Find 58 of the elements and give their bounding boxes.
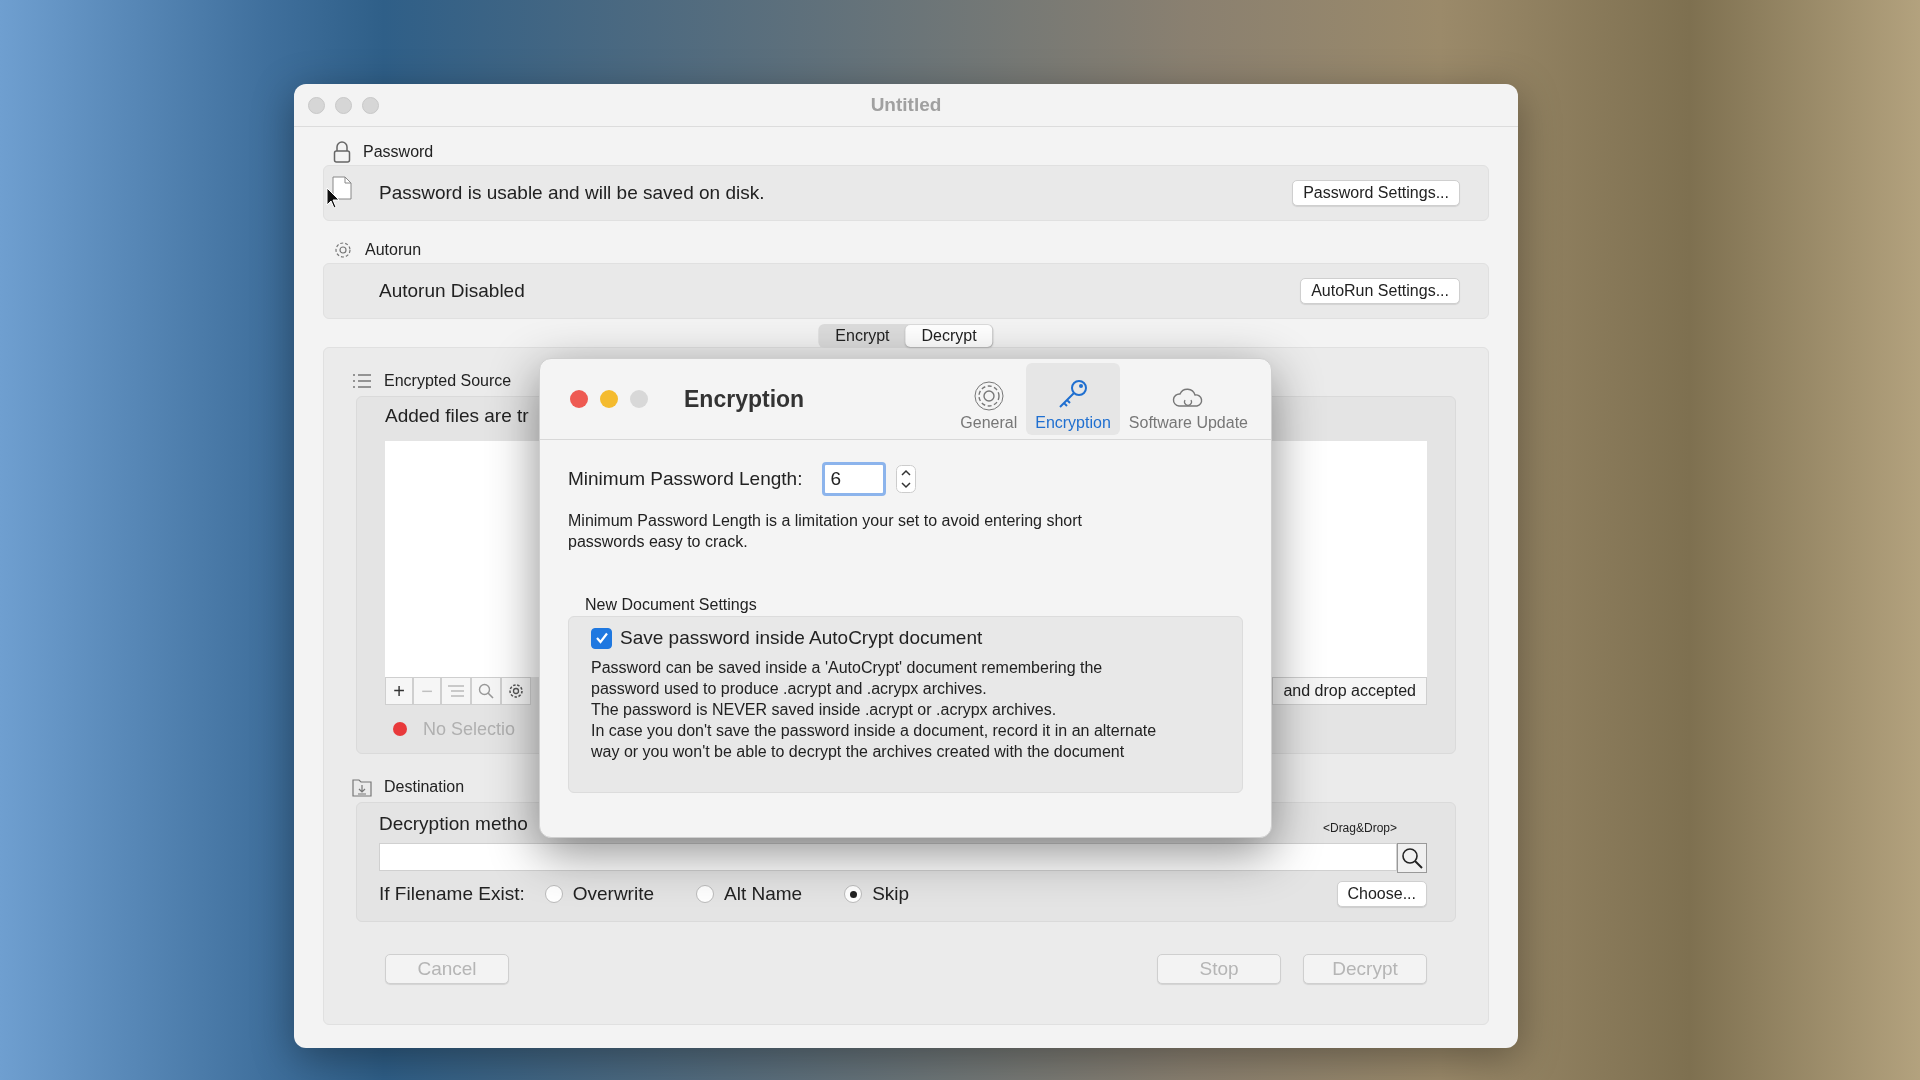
minimize-button[interactable] — [600, 390, 618, 408]
list-tool-button[interactable] — [441, 677, 471, 705]
list-tool-button[interactable]: + — [385, 677, 413, 705]
settings-button[interactable] — [501, 677, 531, 705]
settings-button[interactable]: Password Settings... — [1292, 180, 1460, 206]
radio-button[interactable] — [544, 885, 563, 903]
radio-button[interactable] — [844, 885, 863, 903]
list-icon — [352, 373, 372, 389]
radio-option[interactable]: Overwrite — [544, 883, 654, 905]
mode-tab[interactable]: Encrypt — [819, 325, 906, 347]
radio-option[interactable]: Alt Name — [696, 883, 803, 905]
cursor-icon — [326, 187, 340, 209]
search-icon — [478, 683, 494, 699]
help-text: Password can be saved inside a 'AutoCrypt' document remembering the password used to produce .acrypt and .acrypx archives. The password is NEVER saved inside .acrypt or .acrypx archives. In case you don't save the password inside a document, record it in an alternate way or you won't be able to decrypt the archives created with the document — [591, 658, 1158, 762]
preferences-tab[interactable]: Encryption — [1026, 363, 1120, 435]
status-text: Password is usable and will be saved on disk. — [379, 182, 766, 204]
window-title: Untitled — [870, 94, 942, 115]
group-title: New Document Settings — [585, 596, 758, 614]
search-button[interactable] — [1397, 843, 1427, 873]
lock-icon — [333, 140, 351, 164]
list-icon — [447, 684, 465, 698]
status-text: Autorun Disabled — [379, 280, 526, 302]
download-folder-icon — [352, 777, 372, 797]
mode-tab[interactable]: Decrypt — [905, 325, 993, 347]
settings-button[interactable]: AutoRun Settings... — [1300, 278, 1460, 304]
preferences-tab[interactable]: General — [951, 363, 1027, 435]
status-dot — [393, 722, 407, 736]
path-field[interactable] — [379, 843, 1397, 871]
drag-drop-hint: <Drag&Drop> — [1322, 821, 1397, 835]
gear-icon — [508, 683, 524, 699]
search-icon — [1401, 847, 1423, 869]
checkmark-icon — [594, 631, 609, 645]
group-label: Destination — [384, 778, 465, 796]
method-label: Decryption metho — [379, 813, 528, 835]
section-label: Autorun — [365, 241, 422, 259]
section-label: Password — [363, 143, 434, 161]
field-label: If Filename Exist: — [379, 883, 525, 905]
gear-icon — [972, 380, 1005, 412]
window-control[interactable] — [362, 96, 379, 114]
checkbox-label[interactable]: Save password inside AutoCrypt document — [620, 627, 983, 649]
length-field[interactable]: 6 — [822, 462, 887, 496]
help-text: Minimum Password Length is a limitation your set to avoid entering short passwords easy to crack. — [568, 511, 1083, 552]
window-control[interactable] — [308, 96, 325, 114]
window-control[interactable] — [335, 96, 352, 114]
drop-hint: and drop accepted — [1272, 677, 1427, 705]
field-label: Minimum Password Length: — [568, 468, 803, 490]
choose-button[interactable]: Choose... — [1336, 881, 1427, 907]
radio-option[interactable]: Skip — [844, 883, 910, 905]
group-label: Encrypted Source — [384, 372, 512, 390]
dialog-title: Encryption — [684, 385, 806, 413]
preferences-tab[interactable]: Software Update — [1119, 363, 1257, 435]
radio-button[interactable] — [696, 885, 714, 903]
checkbox[interactable] — [591, 627, 612, 649]
document-icon — [332, 176, 352, 200]
close-button[interactable] — [570, 390, 588, 408]
stepper-control[interactable] — [896, 465, 917, 493]
gear-icon — [333, 240, 353, 260]
hint-text: Added files are tr — [385, 405, 529, 428]
